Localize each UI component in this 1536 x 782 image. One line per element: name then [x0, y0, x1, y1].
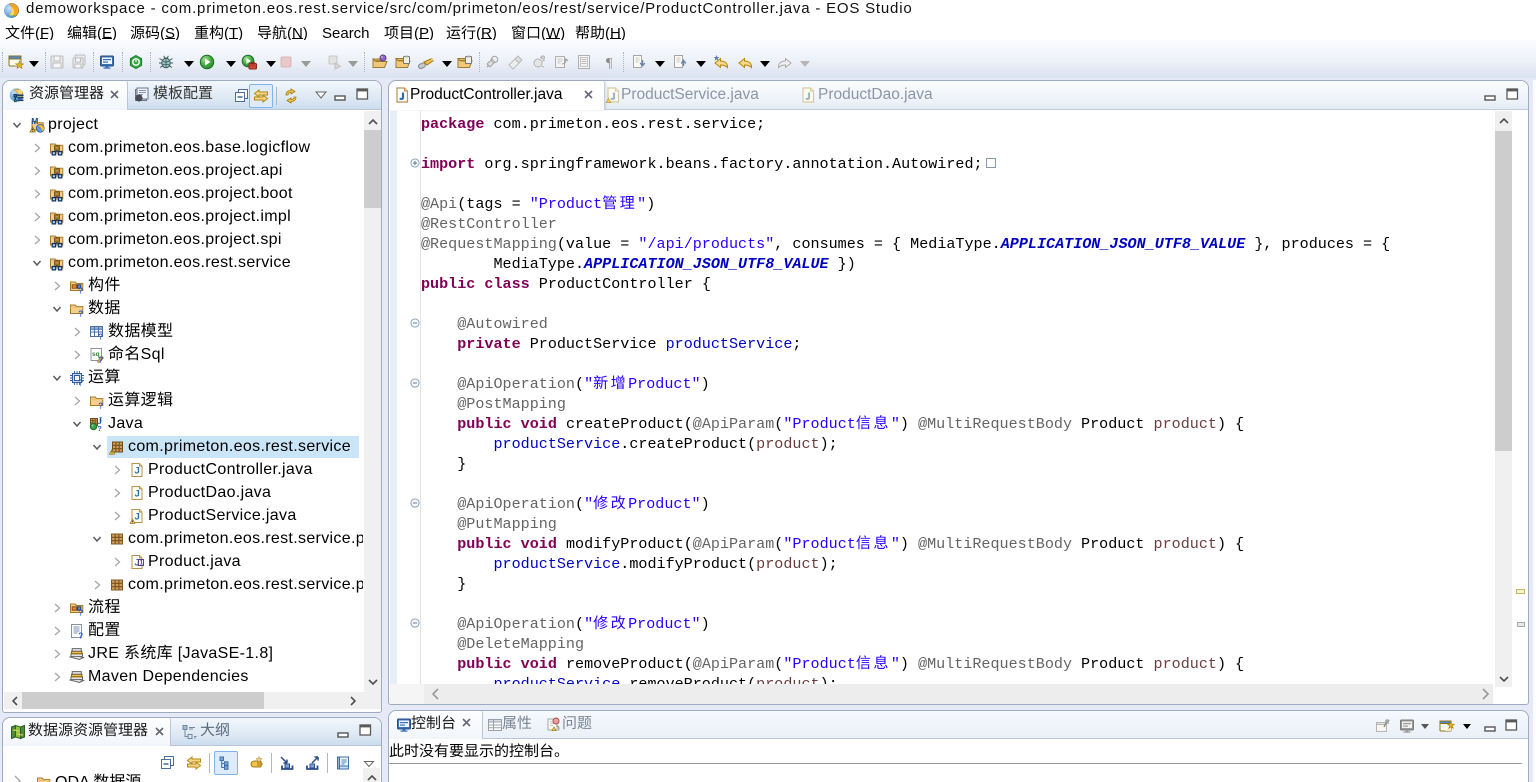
svg-text:?: ? — [98, 402, 103, 410]
svg-text:J: J — [135, 489, 140, 500]
svg-text:?: ? — [78, 632, 83, 640]
svg-text:?: ? — [78, 609, 83, 617]
svg-text:?: ? — [97, 424, 102, 432]
svg-text:?: ? — [78, 310, 83, 318]
svg-text:?: ? — [78, 287, 83, 295]
svg-text:?: ? — [98, 356, 103, 364]
svg-text:¶: ¶ — [606, 56, 613, 70]
svg-text:J: J — [135, 512, 140, 523]
svg-text:M: M — [31, 117, 38, 126]
svg-text:?: ? — [78, 379, 83, 387]
svg-text:J: J — [135, 466, 140, 477]
svg-text:?: ? — [98, 333, 103, 341]
